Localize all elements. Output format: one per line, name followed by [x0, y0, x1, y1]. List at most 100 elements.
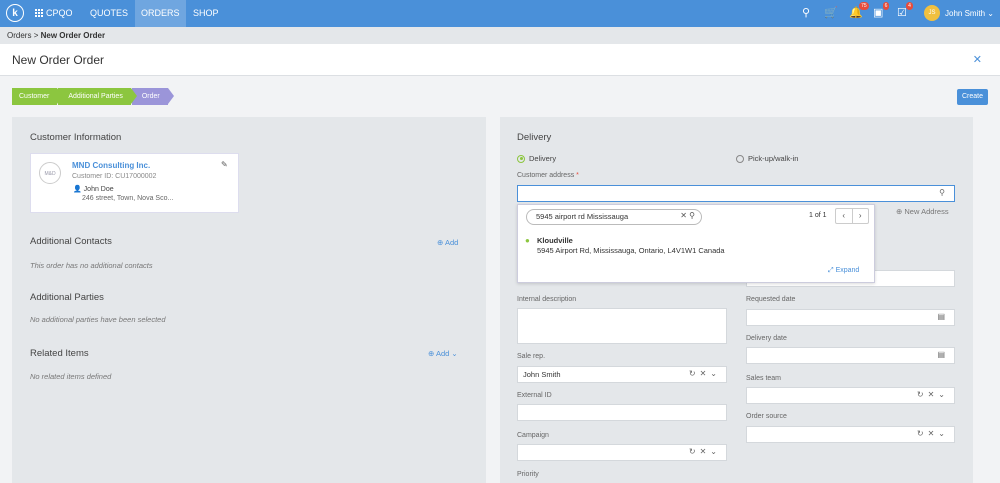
result-pager[interactable]: ‹ › — [835, 208, 869, 224]
delivery-title: Delivery — [517, 132, 552, 143]
related-items-empty: No related items defined — [30, 372, 112, 381]
customer-info-title: Customer Information — [30, 132, 122, 143]
wizard-steps: Customer Additional Parties Order — [12, 88, 174, 105]
address-search-input[interactable]: 5945 airport rd Mississauga ✕ ⚲ — [526, 209, 702, 225]
search-icon[interactable]: ⚲ — [802, 6, 810, 19]
contact-name: John Doe — [83, 186, 114, 193]
chevron-right-icon: > — [33, 31, 41, 40]
chevron-down-icon: ⌄ — [451, 349, 458, 358]
external-id-field[interactable] — [517, 404, 727, 421]
customer-logo: M&D — [39, 162, 61, 184]
sales-team-select[interactable]: ↻✕⌄ — [746, 387, 955, 404]
search-icon[interactable]: ⚲ — [939, 188, 949, 197]
required-marker: * — [576, 172, 579, 179]
step-order[interactable]: Order — [131, 88, 174, 105]
priority-label: Priority — [517, 471, 539, 478]
plus-circle-icon: ⊕ — [428, 349, 435, 358]
radio-pickup[interactable]: Pick-up/walk-in — [736, 154, 798, 163]
customer-contact: 👤 John Doe — [73, 185, 114, 193]
requested-date-field[interactable]: ▤ — [746, 309, 955, 326]
expand-icon: ⤢ — [828, 267, 834, 274]
sale-rep-label: Sale rep. — [517, 353, 546, 360]
chevron-left-icon[interactable]: ‹ — [836, 209, 853, 223]
related-items-title: Related Items — [30, 348, 89, 359]
expand-label: Expand — [835, 267, 860, 274]
app-logo[interactable]: k — [6, 4, 24, 22]
new-address-label: New Address — [904, 207, 949, 216]
additional-parties-title: Additional Parties — [30, 292, 104, 303]
nav-orders[interactable]: ORDERS — [135, 0, 186, 27]
avatar[interactable]: JS — [924, 5, 940, 21]
result-count: 1 of 1 — [809, 212, 827, 219]
radio-delivery[interactable]: Delivery — [517, 154, 556, 163]
bell-icon[interactable]: 🔔 75 — [849, 2, 869, 19]
customer-name[interactable]: MND Consulting Inc. — [72, 161, 150, 170]
internal-description-field[interactable] — [517, 308, 727, 344]
cart-icon[interactable]: 🛒 — [824, 6, 838, 19]
customer-address-input[interactable]: ⚲ — [517, 185, 955, 202]
calendar-icon[interactable]: ▤ — [937, 350, 949, 359]
bell-badge: 75 — [859, 2, 869, 10]
sale-rep-select[interactable]: John Smith ↻✕⌄ — [517, 366, 727, 383]
calendar-icon[interactable]: ▤ — [937, 312, 949, 321]
new-address-button[interactable]: ⊕ New Address — [896, 207, 949, 216]
address-search-dropdown: 5945 airport rd Mississauga ✕ ⚲ 1 of 1 ‹… — [517, 204, 875, 283]
customer-address-label-text: Customer address — [517, 172, 575, 179]
campaign-select[interactable]: ↻✕⌄ — [517, 444, 727, 461]
user-menu[interactable]: John Smith ⌄ — [945, 9, 994, 18]
delivery-date-field[interactable]: ▤ — [746, 347, 955, 364]
delivery-date-label: Delivery date — [746, 335, 787, 342]
plus-circle-icon: ⊕ — [437, 238, 444, 247]
select-controls[interactable]: ↻✕⌄ — [917, 390, 949, 399]
radio-dot — [736, 154, 744, 163]
app-name: CPQO — [46, 8, 73, 18]
chevron-right-icon[interactable]: › — [853, 209, 869, 223]
breadcrumb-orders[interactable]: Orders — [7, 31, 31, 40]
additional-contacts-empty: This order has no additional contacts — [30, 261, 153, 270]
clear-search-icons[interactable]: ✕ ⚲ — [680, 211, 695, 220]
app-menu[interactable]: CPQO — [35, 8, 73, 18]
user-icon: 👤 — [73, 186, 82, 193]
user-name: John Smith — [945, 9, 986, 18]
close-icon[interactable]: ✕ — [973, 53, 982, 66]
requested-date-label: Requested date — [746, 296, 796, 303]
tasks-icon[interactable]: ☑ 4 — [897, 2, 913, 19]
radio-delivery-label: Delivery — [529, 154, 557, 163]
tasks-badge: 4 — [906, 2, 913, 10]
radio-dot-checked — [517, 154, 525, 163]
customer-address-label: Customer address * — [517, 172, 579, 179]
nav-quotes[interactable]: QUOTES — [84, 0, 134, 27]
breadcrumb-current: New Order Order — [40, 31, 106, 40]
result-name[interactable]: Kloudville — [537, 236, 573, 245]
address-search-query: 5945 airport rd Mississauga — [536, 212, 629, 221]
internal-description-label: Internal description — [517, 296, 577, 303]
select-controls[interactable]: ↻✕⌄ — [689, 447, 721, 456]
customer-card[interactable]: M&D MND Consulting Inc. Customer ID: CU1… — [30, 153, 239, 213]
additional-parties-empty: No additional parties have been selected — [30, 315, 166, 324]
customer-id: Customer ID: CU17000002 — [72, 173, 157, 180]
order-source-select[interactable]: ↻✕⌄ — [746, 426, 955, 443]
calendar-icon[interactable]: ▣ 6 — [873, 2, 890, 19]
radio-pickup-label: Pick-up/walk-in — [748, 154, 799, 163]
pencil-icon[interactable]: ✎ — [221, 160, 228, 169]
nav-shop[interactable]: SHOP — [187, 0, 225, 27]
sales-team-label: Sales team — [746, 375, 782, 382]
select-controls[interactable]: ↻✕⌄ — [689, 369, 721, 378]
add-contact-button[interactable]: ⊕ Add — [437, 238, 458, 247]
additional-contacts-title: Additional Contacts — [30, 236, 112, 247]
create-button[interactable]: Create — [957, 89, 988, 105]
customer-address: 246 street, Town, Nova Sco... — [82, 195, 174, 202]
expand-button[interactable]: ⤢ Expand — [828, 267, 859, 275]
sale-rep-value: John Smith — [523, 370, 561, 379]
external-id-label: External ID — [517, 392, 552, 399]
result-address[interactable]: 5945 Airport Rd, Mississauga, Ontario, L… — [537, 246, 725, 255]
calendar-badge: 6 — [882, 2, 890, 10]
step-additional-parties[interactable]: Additional Parties — [58, 88, 138, 105]
select-controls[interactable]: ↻✕⌄ — [917, 429, 949, 438]
page-title: New Order Order — [12, 53, 105, 67]
campaign-label: Campaign — [517, 432, 549, 439]
map-pin-icon: ● — [525, 236, 530, 245]
add-related-label: Add — [435, 349, 450, 358]
add-related-item-button[interactable]: ⊕ Add ⌄ — [428, 349, 458, 358]
step-customer[interactable]: Customer — [12, 88, 64, 105]
